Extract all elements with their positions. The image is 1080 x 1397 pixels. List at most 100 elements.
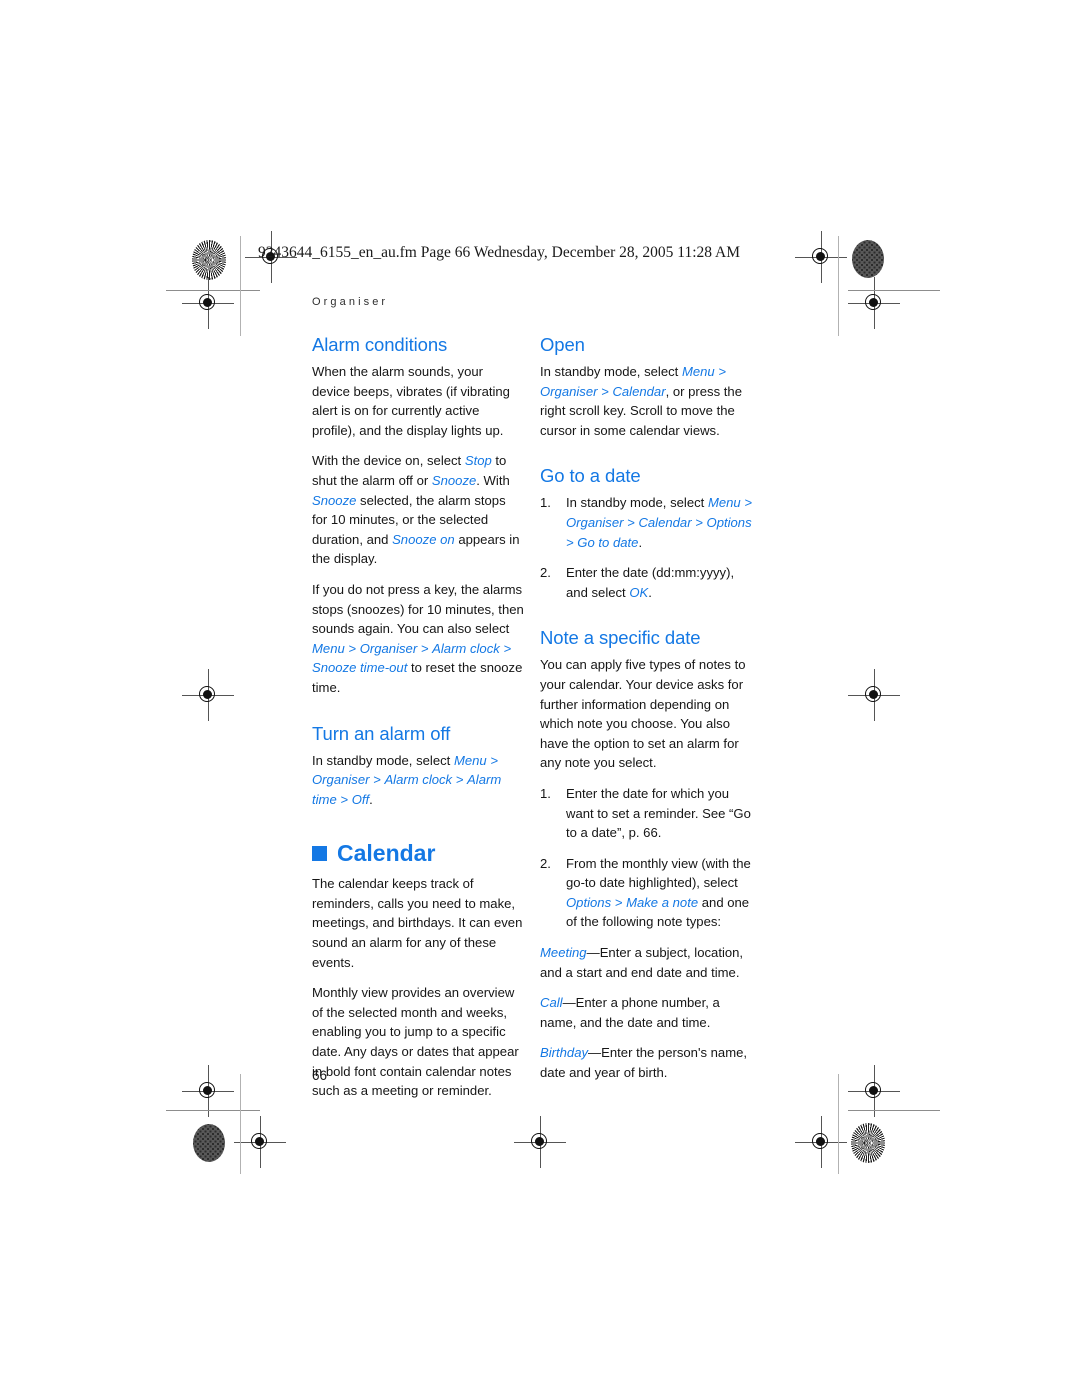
registration-mark-bottom-left xyxy=(234,1116,286,1168)
trim-line-bottom-right xyxy=(848,1110,940,1111)
text: . xyxy=(638,534,643,550)
paragraph-monthly-view: Monthly view provides an overview of the… xyxy=(312,983,524,1101)
manual-page: 9243644_6155_en_au.fm Page 66 Wednesday,… xyxy=(0,0,1080,1397)
page-number: 66 xyxy=(312,1068,328,1083)
ui-term-off: Off xyxy=(351,791,370,807)
running-head: Organiser xyxy=(312,296,389,308)
text: . With xyxy=(476,472,510,488)
heading-calendar: Calendar xyxy=(312,839,524,867)
registration-mark-middle-right xyxy=(848,669,900,721)
separator-gt: > xyxy=(695,514,703,530)
ui-term-ok: OK xyxy=(629,584,649,600)
ui-term-alarm-clock: Alarm clock xyxy=(432,640,500,656)
registration-mark-middle-left xyxy=(182,669,234,721)
registration-mark-bottom-right xyxy=(795,1116,847,1168)
text: Monthly view provides an overview of the… xyxy=(312,985,519,1099)
separator-gt: > xyxy=(601,383,609,399)
text: With the device on, select xyxy=(312,453,465,469)
ui-term-alarm-clock: Alarm clock xyxy=(384,772,453,788)
ui-term-stop: Stop xyxy=(464,453,492,469)
text: When the alarm sounds, your device beeps… xyxy=(312,364,510,438)
note-type-call: Call—Enter a phone number, a name, and t… xyxy=(540,993,752,1032)
separator-gt: > xyxy=(490,752,498,768)
separator-gt: > xyxy=(718,364,726,379)
text: From the monthly view (with the go-to da… xyxy=(566,855,751,891)
halftone-dot-patch-top-right xyxy=(852,240,884,278)
registration-mark-bottom-center xyxy=(514,1116,566,1168)
separator-gt: > xyxy=(340,791,349,807)
ui-term-organiser: Organiser xyxy=(312,772,370,788)
star-target-patch-bottom-right xyxy=(851,1123,885,1163)
ui-term-options: Options xyxy=(566,894,612,910)
paragraph-note-types-intro: You can apply five types of notes to you… xyxy=(540,655,752,773)
trim-line-left-vertical-lower xyxy=(240,1074,241,1174)
paragraph-stop-snooze: With the device on, select Stop to shut … xyxy=(312,451,524,569)
text: If you do not press a key, the alarms st… xyxy=(312,581,524,637)
ui-term-options: Options xyxy=(706,514,752,530)
text: In standby mode, select xyxy=(540,364,682,379)
ui-term-snooze: Snooze xyxy=(431,472,477,488)
ui-term-organiser: Organiser xyxy=(540,383,598,399)
steps-go-to-a-date: In standby mode, select Menu > Organiser… xyxy=(540,493,752,602)
right-column: Open In standby mode, select Menu > Orga… xyxy=(540,333,752,1094)
ui-term-meeting: Meeting xyxy=(540,945,587,961)
star-target-patch-top-left xyxy=(192,240,226,280)
ui-term-make-a-note: Make a note xyxy=(626,894,699,910)
square-bullet-icon xyxy=(312,845,327,861)
trim-line-top-left xyxy=(166,290,260,291)
separator-gt: > xyxy=(614,894,623,910)
text: The calendar keeps track of reminders, c… xyxy=(312,876,523,970)
paragraph-turn-alarm-off-path: In standby mode, select Menu > Organiser… xyxy=(312,751,524,810)
registration-mark-lower-left-corner xyxy=(182,1065,234,1117)
ui-term-menu: Menu xyxy=(681,364,715,379)
ui-term-calendar: Calendar xyxy=(638,514,692,530)
separator-gt: > xyxy=(373,772,381,788)
text: . xyxy=(369,791,373,807)
separator-gt: > xyxy=(744,495,752,511)
steps-note-a-specific-date: Enter the date for which you want to set… xyxy=(540,784,752,932)
heading-go-to-a-date: Go to a date xyxy=(540,465,641,487)
ui-term-menu: Menu xyxy=(312,640,345,656)
registration-mark-lower-right-corner xyxy=(848,1065,900,1117)
left-column: Alarm conditions When the alarm sounds, … xyxy=(312,333,524,1101)
step-item: From the monthly view (with the go-to da… xyxy=(540,854,752,932)
trim-line-left-vertical xyxy=(240,236,241,336)
ui-term-menu: Menu xyxy=(453,752,487,768)
ui-term-organiser: Organiser xyxy=(566,514,624,530)
paragraph-alarm-sounds: When the alarm sounds, your device beeps… xyxy=(312,362,524,440)
step-item: In standby mode, select Menu > Organiser… xyxy=(540,493,752,552)
paragraph-calendar-intro: The calendar keeps track of reminders, c… xyxy=(312,874,524,972)
text: Enter the date for which you want to set… xyxy=(566,785,751,841)
heading-note-a-specific-date: Note a specific date xyxy=(540,627,701,649)
heading-turn-an-alarm-off: Turn an alarm off xyxy=(312,722,451,744)
ui-term-snooze-on: Snooze on xyxy=(392,531,455,547)
ui-term-go-to-date: Go to date xyxy=(577,534,639,550)
trim-line-top-right xyxy=(848,290,940,291)
ui-term-snooze-time-out: Snooze time-out xyxy=(312,660,408,676)
heading-alarm-conditions: Alarm conditions xyxy=(312,334,448,355)
separator-gt: > xyxy=(455,772,464,788)
halftone-dot-patch-bottom-left xyxy=(193,1124,225,1162)
paragraph-open-path: In standby mode, select Menu > Organiser… xyxy=(540,362,752,440)
ui-term-calendar: Calendar xyxy=(612,383,666,399)
step-item: Enter the date (dd:mm:yyyy), and select … xyxy=(540,563,752,602)
trim-line-right-vertical xyxy=(838,236,839,336)
text: . xyxy=(648,584,652,600)
file-header: 9243644_6155_en_au.fm Page 66 Wednesday,… xyxy=(258,244,741,261)
heading-open: Open xyxy=(540,334,585,355)
ui-term-menu: Menu xyxy=(707,495,741,511)
separator-gt: > xyxy=(348,640,357,656)
heading-calendar-label: Calendar xyxy=(337,840,436,867)
ui-term-organiser: Organiser xyxy=(359,640,418,656)
note-type-meeting: Meeting—Enter a subject, location, and a… xyxy=(540,943,752,982)
step-item: Enter the date for which you want to set… xyxy=(540,784,752,843)
text: In standby mode, select xyxy=(312,752,454,768)
ui-term-snooze-2: Snooze xyxy=(312,492,357,508)
trim-line-bottom-left xyxy=(166,1110,260,1111)
separator-gt: > xyxy=(503,640,512,656)
trim-line-right-vertical-lower xyxy=(838,1074,839,1174)
separator-gt: > xyxy=(566,534,574,550)
ui-term-call: Call xyxy=(540,995,563,1011)
separator-gt: > xyxy=(627,514,635,530)
paragraph-snooze-timeout: If you do not press a key, the alarms st… xyxy=(312,580,524,698)
